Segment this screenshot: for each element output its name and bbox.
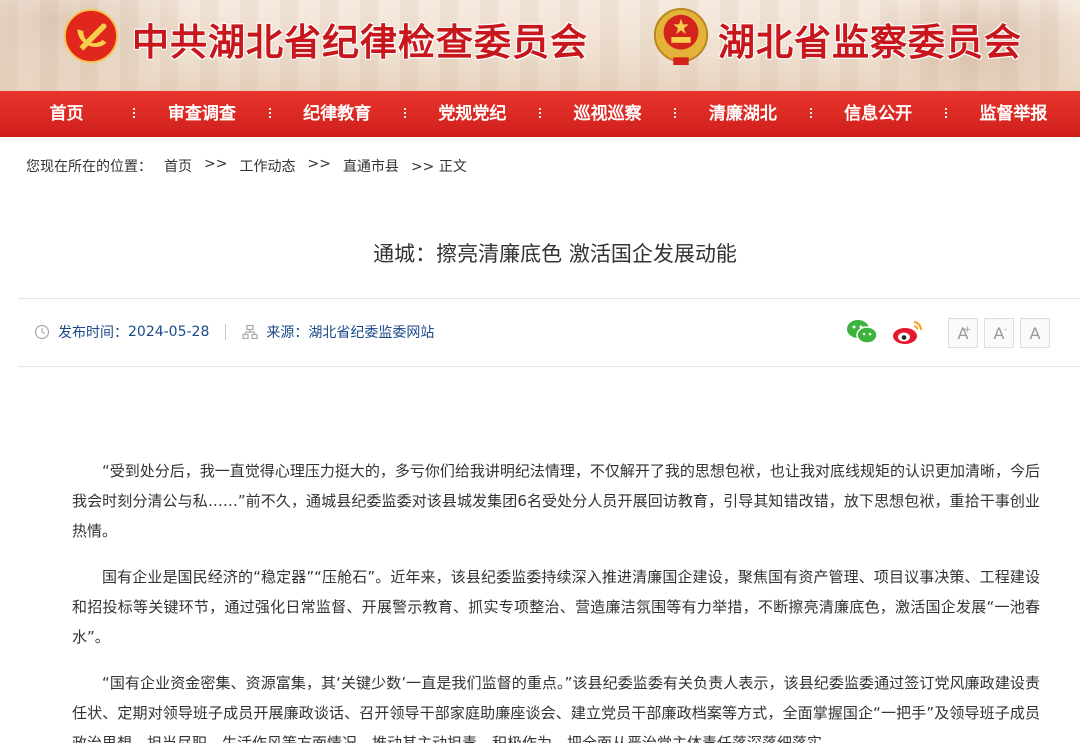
- font-decrease-button[interactable]: A -: [984, 318, 1014, 348]
- font-increase-sup: +: [963, 325, 971, 335]
- national-emblem-icon: [653, 8, 709, 66]
- meta-divider-line: [18, 366, 1080, 367]
- article-body: “受到处分后，我一直觉得心理压力挺大的，多亏你们给我讲明纪法情理，不仅解开了我的…: [72, 456, 1040, 743]
- breadcrumb-prefix: 您现在所在的位置：: [26, 159, 152, 175]
- breadcrumb-separator: >>: [204, 156, 228, 172]
- breadcrumb-work-news[interactable]: 工作动态: [239, 156, 295, 176]
- publish-date: 2024-05-28: [128, 324, 210, 340]
- source-name[interactable]: 湖北省纪委监委网站: [308, 322, 434, 342]
- article-paragraph: “受到处分后，我一直觉得心理压力挺大的，多亏你们给我讲明纪法情理，不仅解开了我的…: [72, 462, 1040, 540]
- breadcrumb-separator: >>: [307, 156, 331, 172]
- nav-clean-hubei[interactable]: 清廉湖北: [676, 91, 809, 137]
- clock-icon: [34, 324, 50, 340]
- nav-investigation[interactable]: 审查调查: [135, 91, 268, 137]
- weibo-icon[interactable]: [892, 318, 924, 346]
- share-buttons: [846, 318, 924, 346]
- breadcrumb-current: >> 正文: [410, 159, 467, 175]
- article-meta: 发布时间： 2024-05-28 来源： 湖北省纪委监委网站: [34, 322, 434, 342]
- main-nav: 首页 审查调查 纪律教育 党规党纪 巡视巡察 清廉湖北 信息公开 监督举报: [0, 91, 1080, 137]
- party-emblem-icon: [63, 8, 119, 64]
- nav-report[interactable]: 监督举报: [947, 91, 1080, 137]
- site-title-supervision: 湖北省监察委员会: [718, 21, 1022, 64]
- font-reset-button[interactable]: A: [1020, 318, 1050, 348]
- article-title: 通城：擦亮清廉底色 激活国企发展动能: [373, 242, 737, 266]
- source-icon: [242, 324, 258, 340]
- meta-divider: [225, 324, 227, 340]
- breadcrumb-home[interactable]: 首页: [164, 156, 192, 176]
- breadcrumb-county-news[interactable]: 直通市县: [343, 156, 399, 176]
- source-label: 来源：: [266, 325, 309, 341]
- nav-party-rules[interactable]: 党规党纪: [406, 91, 539, 137]
- publish-label: 发布时间：: [58, 325, 128, 341]
- breadcrumb: 您现在所在的位置： 首页 >> 工作动态 >> 直通市县 >> 正文: [26, 156, 479, 176]
- wechat-icon[interactable]: [846, 318, 878, 346]
- title-divider: [18, 298, 1080, 299]
- article-paragraph: “国有企业资金密集、资源富集，其‘关键少数’一直是我们监督的重点。”该县纪委监委…: [72, 674, 1040, 743]
- nav-inspection[interactable]: 巡视巡察: [541, 91, 674, 137]
- nav-discipline-education[interactable]: 纪律教育: [271, 91, 404, 137]
- nav-home[interactable]: 首页: [0, 91, 133, 137]
- header-banner: 中共湖北省纪律检查委员会 湖北省监察委员会: [0, 0, 1080, 91]
- font-decrease-sup: -: [1003, 325, 1007, 335]
- font-reset-label: A: [1029, 323, 1041, 343]
- article-paragraph: 国有企业是国民经济的“稳定器”“压舱石”。近年来，该县纪委监委持续深入推进清廉国…: [72, 568, 1040, 646]
- nav-info-disclosure[interactable]: 信息公开: [812, 91, 945, 137]
- font-size-controls: A + A - A: [948, 318, 1050, 348]
- font-increase-button[interactable]: A +: [948, 318, 978, 348]
- site-title-cpc: 中共湖北省纪律检查委员会: [132, 21, 588, 64]
